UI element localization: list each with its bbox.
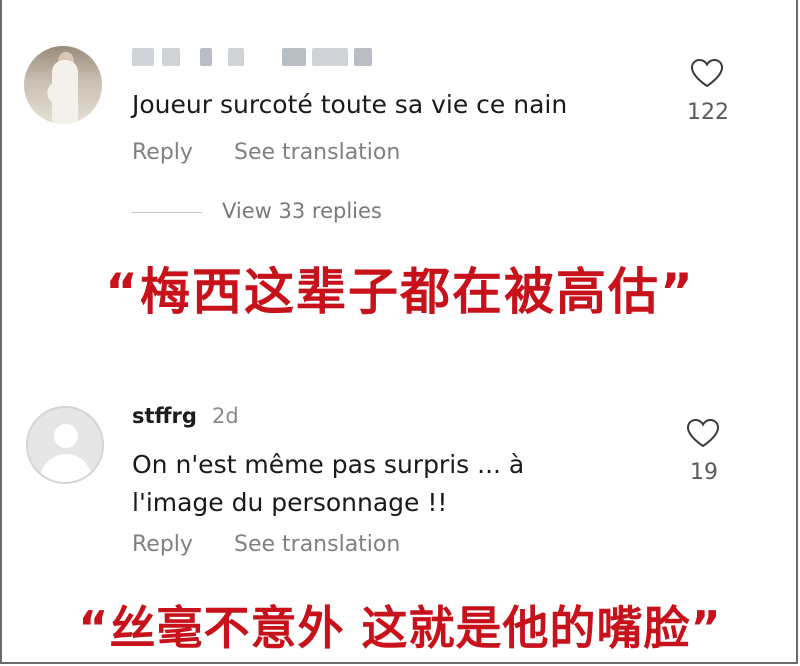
see-translation-button[interactable]: See translation — [234, 140, 400, 165]
reply-button[interactable]: Reply — [132, 140, 193, 165]
reply-button[interactable]: Reply — [132, 532, 193, 557]
redaction-block — [200, 48, 212, 66]
view-replies-button[interactable]: View 33 replies — [222, 199, 382, 223]
redaction-block — [228, 48, 244, 66]
avatar-body-shape — [40, 454, 92, 482]
heart-outline-icon[interactable] — [690, 58, 724, 88]
like-count: 122 — [687, 100, 729, 125]
default-avatar-icon[interactable] — [26, 406, 104, 484]
redaction-block — [312, 48, 348, 66]
commenter-avatar[interactable] — [24, 46, 102, 124]
redaction-block — [132, 48, 154, 66]
redaction-block — [162, 48, 180, 66]
see-translation-button[interactable]: See translation — [234, 532, 400, 557]
comment-text: On n'est même pas surpris ... à l'image … — [132, 450, 525, 517]
replies-divider — [132, 212, 202, 213]
caption-overlay-2: “丝毫不意外 这就是他的嘴脸” — [78, 601, 722, 655]
comment-timestamp: 2d — [212, 404, 239, 428]
like-count: 19 — [690, 460, 718, 485]
redaction-block — [354, 48, 372, 66]
redaction-block — [282, 48, 306, 66]
caption-overlay-1: “梅西这辈子都在被高估” — [105, 263, 695, 321]
commenter-username[interactable]: stffrg — [132, 404, 197, 428]
comment-text: Joueur surcoté toute sa vie ce nain — [132, 90, 568, 119]
avatar-head-shape — [54, 424, 78, 448]
heart-outline-icon[interactable] — [686, 418, 720, 448]
avatar-photo-figure — [52, 60, 78, 124]
